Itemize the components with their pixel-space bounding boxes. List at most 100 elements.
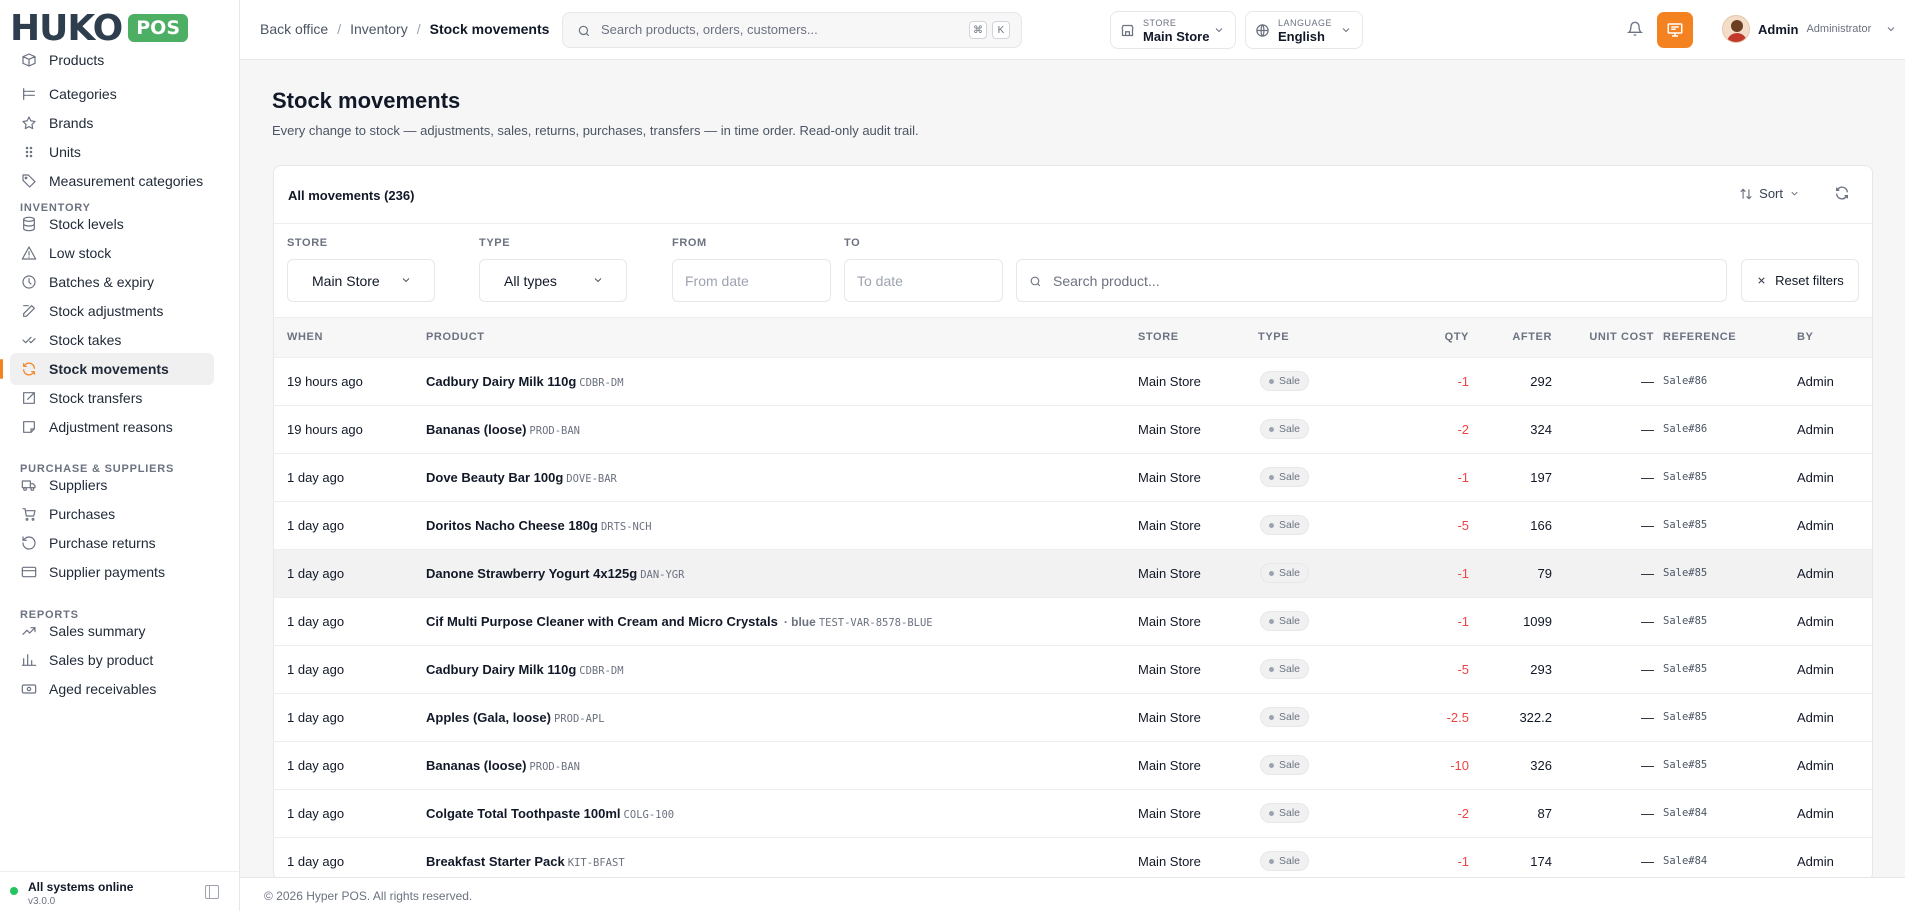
cell-product[interactable]: Cadbury Dairy Milk 110g CDBR-DM (426, 374, 624, 389)
filter-store-select[interactable]: Main Store (287, 259, 435, 302)
cell-product[interactable]: Bananas (loose) PROD-BAN (426, 758, 580, 773)
cell-reference[interactable]: Sale#84 (1663, 807, 1707, 819)
sidebar-item-aged-receivables[interactable]: Aged receivables (10, 673, 214, 705)
table-row[interactable]: 1 day ago Danone Strawberry Yogurt 4x125g… (274, 550, 1872, 598)
col-when[interactable]: WHEN (287, 331, 323, 343)
pos-terminal-button[interactable] (1657, 12, 1693, 48)
sidebar-item-stock-transfers[interactable]: Stock transfers (10, 382, 214, 414)
global-search-input[interactable]: Search products, orders, customers... ⌘ … (562, 12, 1022, 48)
table-row[interactable]: 1 day ago Cadbury Dairy Milk 110g CDBR-DM M… (274, 646, 1872, 694)
product-search-input[interactable]: Search product... (1016, 259, 1727, 302)
bell-icon[interactable] (1627, 20, 1643, 38)
cell-reference[interactable]: Sale#85 (1663, 471, 1707, 483)
sidebar-item-stock-levels[interactable]: Stock levels (10, 208, 214, 240)
sort-button[interactable]: Sort (1739, 186, 1800, 201)
sidebar-item-low-stock[interactable]: Low stock (10, 237, 214, 269)
cell-product[interactable]: Colgate Total Toothpaste 100ml COLG-100 (426, 806, 674, 821)
cell-reference[interactable]: Sale#85 (1663, 615, 1707, 627)
kbd-cmd: ⌘ (969, 21, 987, 39)
type-badge-label: Sale (1279, 423, 1301, 435)
close-icon (1758, 277, 1765, 284)
sidebar-item-stock-takes[interactable]: Stock takes (10, 324, 214, 356)
table-row[interactable]: 1 day ago Breakfast Starter Pack KIT-BFAST… (274, 838, 1872, 880)
cell-product[interactable]: Danone Strawberry Yogurt 4x125g DAN-YGR (426, 566, 684, 581)
product-name: Cadbury Dairy Milk 110g (426, 662, 577, 677)
cell-reference[interactable]: Sale#84 (1663, 855, 1707, 867)
breadcrumb-inventory[interactable]: Inventory (350, 21, 408, 37)
sidebar-item-purchase-returns[interactable]: Purchase returns (10, 527, 214, 559)
sidebar-item-label: Categories (49, 86, 117, 102)
col-reference[interactable]: REFERENCE (1663, 331, 1736, 343)
table-row[interactable]: 1 day ago Colgate Total Toothpaste 100ml C… (274, 790, 1872, 838)
cell-reference[interactable]: Sale#85 (1663, 663, 1707, 675)
table-row[interactable]: 1 day ago Apples (Gala, loose) PROD-APL Mai… (274, 694, 1872, 742)
cell-product[interactable]: Bananas (loose) PROD-BAN (426, 422, 580, 437)
col-type[interactable]: TYPE (1258, 331, 1289, 343)
cell-unit-cost: — (1641, 374, 1654, 389)
col-unit-cost[interactable]: UNIT COST (1564, 331, 1654, 343)
cell-reference[interactable]: Sale#86 (1663, 423, 1707, 435)
col-by[interactable]: BY (1797, 331, 1813, 343)
sidebar-item-label: Brands (49, 115, 94, 131)
from-date-input[interactable]: From date (672, 259, 831, 302)
reset-filters-button[interactable]: Reset filters (1741, 259, 1859, 302)
table-row[interactable]: 19 hours ago Cadbury Dairy Milk 110g CDBR-… (274, 358, 1872, 406)
cell-store: Main Store (1138, 470, 1201, 485)
cell-reference[interactable]: Sale#85 (1663, 711, 1707, 723)
cell-store: Main Store (1138, 710, 1201, 725)
breadcrumb-back-office[interactable]: Back office (260, 21, 328, 37)
sidebar-item-measurement-categories[interactable]: Measurement categories (10, 165, 214, 197)
table-row[interactable]: 1 day ago Bananas (loose) PROD-BAN Main Sto… (274, 742, 1872, 790)
language-selector[interactable]: LANGUAGE English (1245, 11, 1363, 49)
sidebar-item-stock-movements[interactable]: Stock movements (0, 353, 214, 385)
sidebar-item-supplier-payments[interactable]: Supplier payments (10, 556, 214, 588)
sidebar-item-brands[interactable]: Brands (10, 107, 214, 139)
sidebar-item-sales-summary[interactable]: Sales summary (10, 615, 214, 647)
sidebar-item-label: Stock levels (49, 216, 124, 232)
table-row[interactable]: 1 day ago Cif Multi Purpose Cleaner with … (274, 598, 1872, 646)
cell-product[interactable]: Cadbury Dairy Milk 110g CDBR-DM (426, 662, 624, 677)
cell-product[interactable]: Dove Beauty Bar 100g DOVE-BAR (426, 470, 617, 485)
filter-store-value: Main Store (312, 273, 380, 289)
sidebar-item-categories[interactable]: Categories (10, 78, 214, 110)
col-after[interactable]: AFTER (1492, 331, 1552, 343)
sidebar-item-purchases[interactable]: Purchases (10, 498, 214, 530)
table-row[interactable]: 19 hours ago Bananas (loose) PROD-BAN Main … (274, 406, 1872, 454)
sidebar-item-sales-by-product[interactable]: Sales by product (10, 644, 214, 676)
store-selector[interactable]: STORE Main Store (1110, 11, 1236, 49)
table-row[interactable]: 1 day ago Dove Beauty Bar 100g DOVE-BAR Mai… (274, 454, 1872, 502)
brand-logo[interactable]: HUKO POS (10, 6, 239, 50)
type-badge-label: Sale (1279, 663, 1301, 675)
top-header: Back office / Inventory / Stock movement… (240, 0, 1905, 60)
sidebar-item-batches-expiry[interactable]: Batches & expiry (10, 266, 214, 298)
sidebar-item-suppliers[interactable]: Suppliers (10, 469, 214, 501)
sidebar-item-units[interactable]: Units (10, 136, 214, 168)
filter-type-select[interactable]: All types (479, 259, 627, 302)
cell-reference[interactable]: Sale#85 (1663, 759, 1707, 771)
sidebar-item-stock-adjustments[interactable]: Stock adjustments (10, 295, 214, 327)
cell-reference[interactable]: Sale#85 (1663, 519, 1707, 531)
col-product[interactable]: PRODUCT (426, 331, 485, 343)
col-qty[interactable]: QTY (1409, 331, 1469, 343)
search-icon (578, 25, 590, 37)
cell-product[interactable]: Doritos Nacho Cheese 180g DRTS-NCH (426, 518, 652, 533)
table-row[interactable]: 1 day ago Doritos Nacho Cheese 180g DRTS-N… (274, 502, 1872, 550)
cell-product[interactable]: Cif Multi Purpose Cleaner with Cream and… (426, 614, 933, 629)
undo-icon (20, 534, 38, 552)
cell-unit-cost: — (1641, 518, 1654, 533)
search-placeholder: Search products, orders, customers... (601, 22, 818, 37)
refresh-icon[interactable] (1834, 185, 1850, 201)
to-date-input[interactable]: To date (844, 259, 1003, 302)
cell-reference[interactable]: Sale#85 (1663, 567, 1707, 579)
cell-product[interactable]: Breakfast Starter Pack KIT-BFAST (426, 854, 625, 869)
user-menu[interactable]: Admin Administrator (1722, 15, 1897, 43)
page-title: Stock movements (272, 88, 461, 113)
collapse-sidebar-bottom-icon[interactable] (205, 885, 219, 899)
col-store[interactable]: STORE (1138, 331, 1179, 343)
clock-icon (20, 273, 38, 291)
cell-unit-cost: — (1641, 566, 1654, 581)
cell-product[interactable]: Apples (Gala, loose) PROD-APL (426, 710, 605, 725)
sidebar-item-adjustment-reasons[interactable]: Adjustment reasons (10, 411, 214, 443)
cell-reference[interactable]: Sale#86 (1663, 375, 1707, 387)
cell-unit-cost: — (1641, 758, 1654, 773)
